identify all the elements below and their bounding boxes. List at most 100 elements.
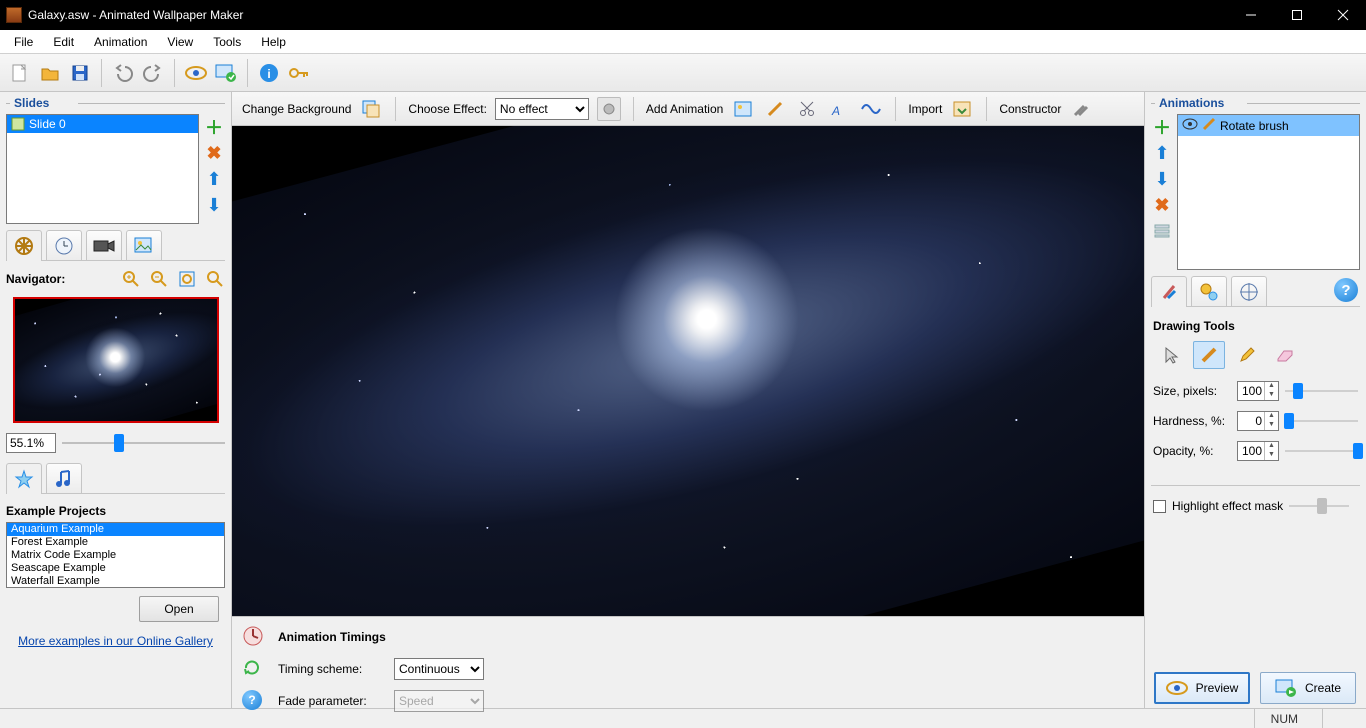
examples-list[interactable]: Aquarium Example Forest Example Matrix C… (6, 522, 225, 588)
menu-tools[interactable]: Tools (203, 32, 251, 52)
import-label[interactable]: Import (908, 102, 942, 116)
hardness-spinner[interactable]: ▲▼ (1237, 411, 1279, 431)
wheel-icon (14, 236, 34, 256)
maximize-button[interactable] (1274, 0, 1320, 30)
zoom-in-button[interactable] (121, 269, 141, 289)
animations-title: Animations (1151, 94, 1360, 112)
preview-icon[interactable] (182, 59, 210, 87)
anim-down-button[interactable]: ⬇ (1151, 168, 1173, 190)
add-animation-label: Add Animation (646, 102, 723, 116)
brush-icon (1202, 117, 1216, 134)
tab-timing[interactable] (46, 230, 82, 260)
anim-add-button[interactable]: ＋ (1151, 116, 1173, 138)
tab-sound[interactable] (46, 463, 82, 493)
tab-navigator[interactable] (6, 230, 42, 260)
example-item[interactable]: Forest Example (7, 536, 224, 549)
slide-up-button[interactable]: ⬆ (203, 168, 225, 190)
zoom-slider[interactable] (62, 434, 225, 452)
tab-favorites[interactable] (6, 463, 42, 493)
set-wallpaper-icon[interactable] (212, 59, 240, 87)
animations-list[interactable]: Rotate brush (1177, 114, 1360, 270)
anim-delete-button[interactable]: ✖ (1151, 194, 1173, 216)
anim-props-button[interactable] (1151, 220, 1173, 242)
tool-pointer[interactable] (1155, 341, 1187, 369)
change-bg-icon[interactable] (359, 97, 383, 121)
zoom-out-button[interactable] (149, 269, 169, 289)
wave-button[interactable] (859, 97, 883, 121)
hardness-slider[interactable] (1285, 413, 1358, 429)
tab-brush[interactable] (1151, 276, 1187, 306)
menu-edit[interactable]: Edit (43, 32, 84, 52)
brush-button[interactable] (763, 97, 787, 121)
fade-param-label: Fade parameter: (278, 694, 388, 708)
slide-delete-button[interactable]: ✖ (203, 142, 225, 164)
save-button[interactable] (66, 59, 94, 87)
create-button[interactable]: Create (1260, 672, 1356, 704)
size-slider[interactable] (1285, 383, 1358, 399)
slide-item[interactable]: Slide 0 (7, 115, 198, 133)
zoom-100-button[interactable] (205, 269, 225, 289)
anim-up-button[interactable]: ⬆ (1151, 142, 1173, 164)
tab-image[interactable] (126, 230, 162, 260)
preview-button[interactable]: Preview (1154, 672, 1250, 704)
add-picture-button[interactable] (731, 97, 755, 121)
example-item[interactable]: Matrix Code Example (7, 549, 224, 562)
example-item[interactable]: Seascape Example (7, 562, 224, 575)
navigator-label: Navigator: (6, 272, 65, 286)
tool-pencil[interactable] (1231, 341, 1263, 369)
close-button[interactable] (1320, 0, 1366, 30)
slide-down-button[interactable]: ⬇ (203, 194, 225, 216)
effect-select[interactable]: No effect (495, 98, 589, 120)
arrow-up-icon: ⬆ (1154, 143, 1169, 164)
undo-button[interactable] (109, 59, 137, 87)
key-icon[interactable] (285, 59, 313, 87)
minimize-button[interactable] (1228, 0, 1274, 30)
tab-camera[interactable] (86, 230, 122, 260)
zoom-fit-button[interactable] (177, 269, 197, 289)
tab-settings[interactable] (1191, 276, 1227, 306)
tool-brush[interactable] (1193, 341, 1225, 369)
open-button[interactable] (36, 59, 64, 87)
example-item[interactable]: Aquarium Example (7, 523, 224, 536)
help-icon[interactable]: ? (242, 690, 262, 710)
clock-icon (54, 236, 74, 256)
opacity-slider[interactable] (1285, 443, 1358, 459)
menu-file[interactable]: File (4, 32, 43, 52)
opacity-spinner[interactable]: ▲▼ (1237, 441, 1279, 461)
new-button[interactable] (6, 59, 34, 87)
left-panel: Slides Slide 0 ＋ ✖ ⬆ ⬇ Navigator: (0, 92, 232, 708)
animation-item[interactable]: Rotate brush (1178, 115, 1359, 136)
slides-list[interactable]: Slide 0 (6, 114, 199, 224)
example-item[interactable]: Waterfall Example (7, 575, 224, 588)
tool-eraser[interactable] (1269, 341, 1301, 369)
info-icon[interactable]: i (255, 59, 283, 87)
eye-icon[interactable] (1182, 118, 1198, 133)
choose-effect-label: Choose Effect: (408, 102, 487, 116)
timing-scheme-select[interactable]: Continuous (394, 658, 484, 680)
menu-help[interactable]: Help (251, 32, 296, 52)
tab-target[interactable] (1231, 276, 1267, 306)
help-button[interactable]: ? (1334, 278, 1358, 302)
delete-icon: ✖ (206, 143, 221, 164)
open-example-button[interactable]: Open (139, 596, 219, 622)
canvas[interactable] (232, 126, 1144, 616)
animation-timings: Animation Timings Timing scheme: Continu… (232, 616, 1144, 708)
highlight-checkbox[interactable] (1153, 500, 1166, 513)
menubar: File Edit Animation View Tools Help (0, 30, 1366, 54)
effect-settings-button[interactable] (597, 97, 621, 121)
pencil-icon (1238, 346, 1256, 364)
import-icon[interactable] (950, 97, 974, 121)
size-spinner[interactable]: ▲▼ (1237, 381, 1279, 401)
menu-view[interactable]: View (157, 32, 203, 52)
navigator-preview[interactable] (13, 297, 219, 423)
redo-button[interactable] (139, 59, 167, 87)
scissors-button[interactable] (795, 97, 819, 121)
zoom-input[interactable] (6, 433, 56, 453)
constructor-icon[interactable] (1069, 97, 1093, 121)
online-gallery-link[interactable]: More examples in our Online Gallery (6, 634, 225, 648)
constructor-label[interactable]: Constructor (999, 102, 1061, 116)
slide-add-button[interactable]: ＋ (203, 116, 225, 138)
change-bg-label[interactable]: Change Background (242, 102, 351, 116)
menu-animation[interactable]: Animation (84, 32, 157, 52)
text-button[interactable]: A (827, 97, 851, 121)
